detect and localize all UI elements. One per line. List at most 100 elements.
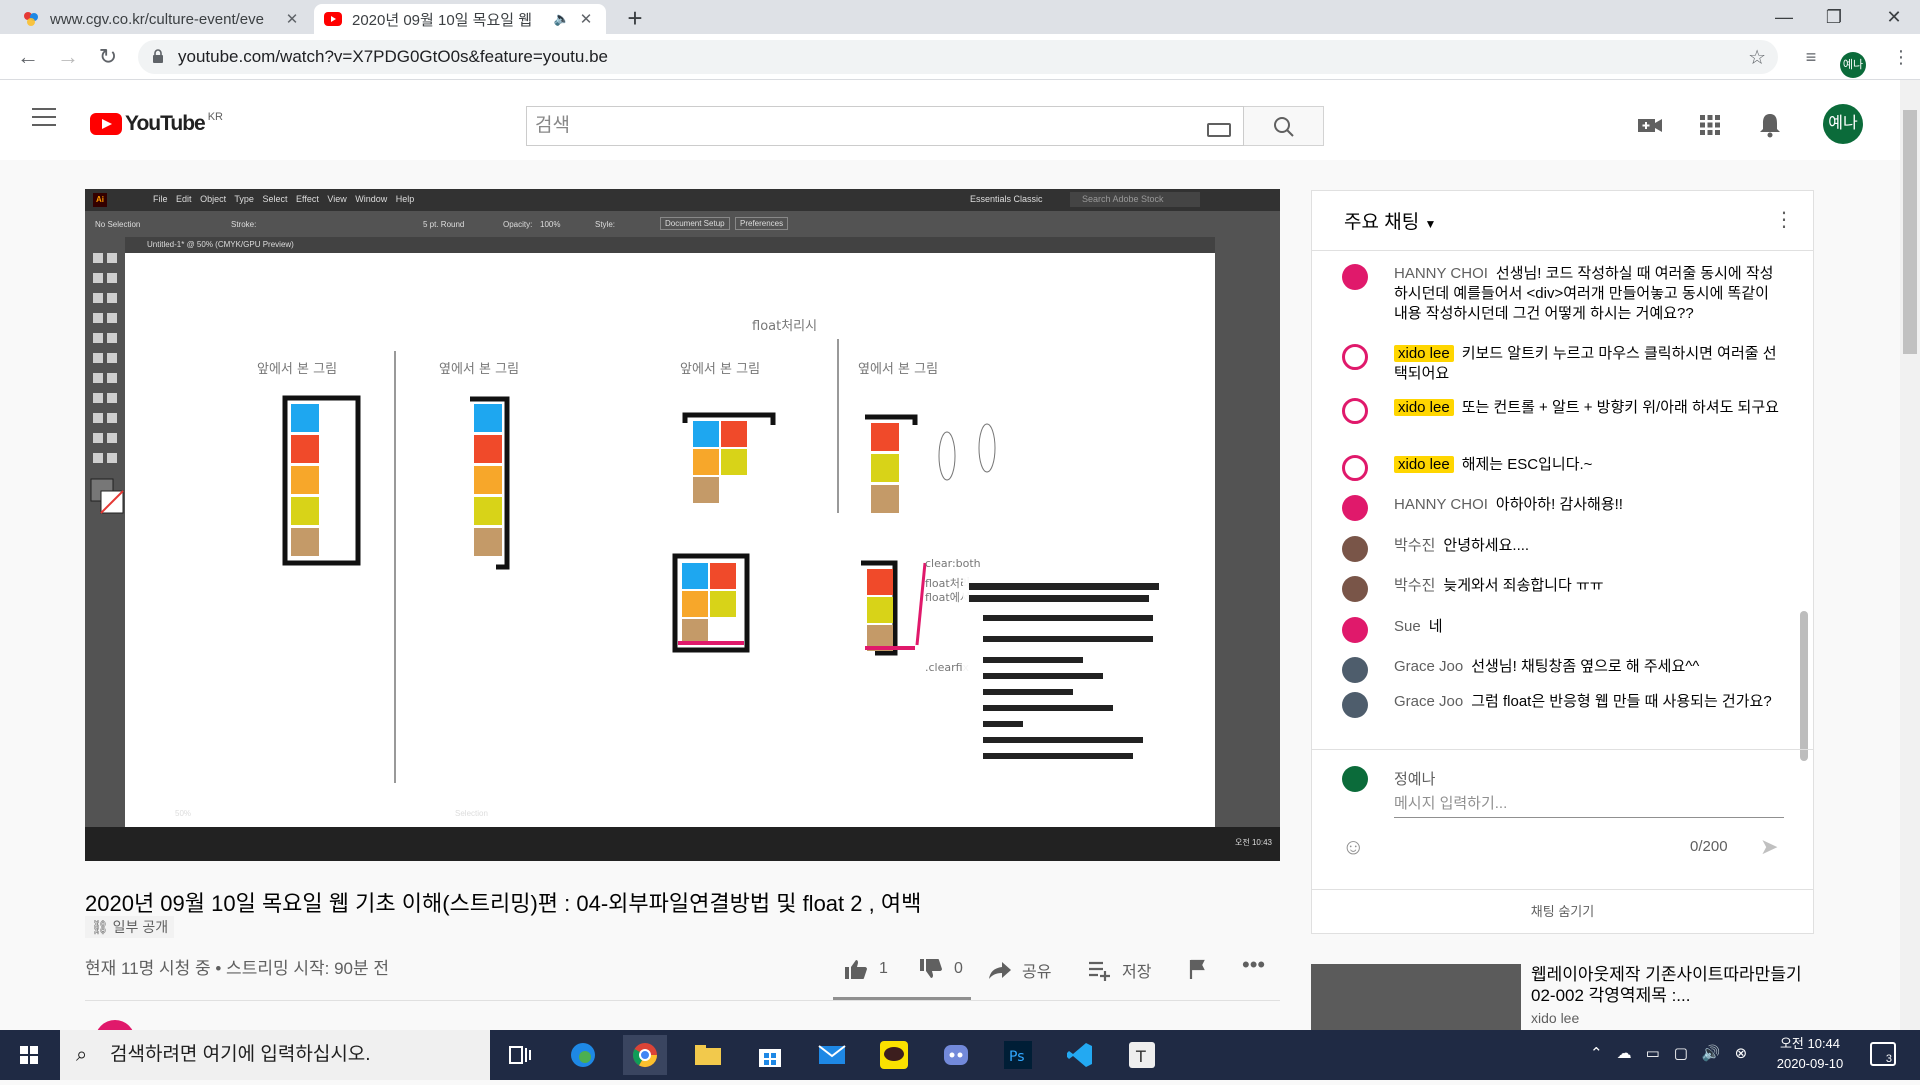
chat-message-input[interactable]: 메시지 입력하기... (1394, 792, 1784, 818)
photoshop-icon[interactable]: Ps (996, 1035, 1040, 1075)
clear-both-label: clear:both (925, 557, 981, 570)
playlist-icon[interactable]: ≡ (1796, 42, 1826, 72)
chat-avatar (1342, 692, 1368, 718)
close-window-button[interactable]: ✕ (1864, 0, 1920, 34)
audio-playing-icon[interactable]: 🔈 (554, 11, 570, 27)
chat-avatar (1342, 264, 1368, 290)
chat-header: 주요 채팅 ▼ ⋮ (1312, 191, 1813, 251)
more-actions-icon[interactable]: ••• (1242, 952, 1265, 978)
store-icon[interactable] (748, 1035, 792, 1075)
browser-tab-youtube[interactable]: 2020년 09월 10일 목요일 웹 🔈 ✕ (314, 4, 606, 34)
view-stats: 현재 11명 시청 중 • 스트리밍 시작: 90분 전 (85, 959, 389, 978)
chrome-icon[interactable] (623, 1035, 667, 1075)
illustrator-menubar: Ai File Edit Object Type Select Effect V… (85, 189, 1280, 211)
windows-start-icon[interactable] (0, 1030, 58, 1080)
chat-avatar (1342, 495, 1368, 521)
share-button[interactable]: 공유 (988, 958, 1051, 982)
address-toolbar: ← → ↻ youtube.com/watch?v=X7PDG0GtO0s&fe… (0, 34, 1920, 80)
chat-message: xido lee 키보드 알트키 누르고 마우스 클릭하시면 여러줄 선택되어요 (1342, 344, 1782, 384)
emoji-icon[interactable]: ☺ (1342, 834, 1364, 860)
file-explorer-icon[interactable] (686, 1035, 730, 1075)
chat-message: Sue 네 (1342, 617, 1782, 643)
chat-scrollbar[interactable] (1800, 611, 1808, 761)
new-tab-button[interactable]: + (620, 4, 650, 34)
report-flag-icon[interactable] (1188, 958, 1208, 980)
typora-icon[interactable]: T (1120, 1035, 1164, 1075)
chat-avatar (1342, 657, 1368, 683)
chat-avatar (1342, 344, 1368, 370)
search-button[interactable] (1244, 106, 1324, 146)
thumbs-down-icon (920, 959, 942, 978)
char-counter: 0/200 (1690, 838, 1728, 855)
search-icon: ⌕ (76, 1044, 88, 1066)
lock-icon (153, 49, 163, 63)
related-video[interactable]: 웹레이아웃제작 기존사이트따라만들기 02-002 각영역제목 :... xid… (1311, 964, 1814, 1030)
stock-search: Search Adobe Stock (1070, 192, 1200, 207)
taskbar-search-input[interactable]: ⌕ 검색하려면 여기에 입력하십시오. (60, 1030, 490, 1080)
illustrator-tools-panel (85, 237, 125, 827)
thumbs-up-icon (845, 960, 867, 979)
search-input[interactable]: 검색 (526, 106, 1244, 146)
chat-avatar (1342, 455, 1368, 481)
send-icon[interactable]: ➤ (1760, 834, 1778, 860)
mail-icon[interactable] (810, 1035, 854, 1075)
page-scrollbar[interactable] (1900, 80, 1920, 1030)
browser-profile-avatar[interactable]: 예나 (1840, 52, 1866, 78)
chat-message: Grace Joo 선생님! 채팅창좀 옆으로 해 주세요^^ (1342, 657, 1782, 683)
illustrator-menu: File Edit Object Type Select Effect View… (153, 194, 415, 204)
vscode-icon[interactable] (1058, 1035, 1102, 1075)
chat-username: 정예나 (1394, 771, 1436, 788)
dropdown-caret-icon: ▼ (1424, 217, 1437, 231)
chat-message: 박수진 늦게와서 죄송합니다 ㅠㅠ (1342, 576, 1782, 602)
visibility-badge: ⛓ 일부 공개 (85, 916, 175, 938)
back-arrow-icon[interactable]: ← (12, 42, 44, 72)
reload-icon[interactable]: ↻ (92, 42, 124, 72)
divider (85, 1000, 1280, 1001)
screen-taskbar: 50% Selection 오전 10:43 (85, 809, 1280, 861)
apps-grid-icon[interactable] (1695, 110, 1725, 140)
notification-bell-icon[interactable] (1755, 110, 1785, 140)
forward-arrow-icon[interactable]: → (52, 42, 84, 72)
user-avatar[interactable]: 예나 (1823, 104, 1863, 144)
create-video-icon[interactable] (1635, 110, 1665, 140)
chat-mode-dropdown[interactable]: 주요 채팅 ▼ (1344, 207, 1436, 234)
task-view-icon[interactable] (498, 1035, 542, 1075)
youtube-header: YouTube KR 검색 예나 (0, 80, 1900, 160)
maximize-button[interactable]: ❐ (1804, 0, 1864, 34)
chat-message: xido lee 해제는 ESC입니다.~ (1342, 455, 1782, 481)
menu-hamburger-icon[interactable] (32, 108, 56, 126)
chat-menu-icon[interactable]: ⋮ (1774, 207, 1794, 232)
svg-text:Ps: Ps (1009, 1049, 1025, 1065)
browser-tab-cgv[interactable]: www.cgv.co.kr/culture-event/eve ✕ (12, 4, 312, 34)
windows-taskbar: ⌕ 검색하려면 여기에 입력하십시오. Ps T ⌃☁▭▢🔊⊗ 오전 10:44… (0, 1030, 1920, 1080)
close-tab-icon[interactable]: ✕ (576, 10, 596, 28)
like-button[interactable]: 1 (843, 958, 888, 980)
keyboard-icon[interactable] (1207, 123, 1231, 137)
save-button[interactable]: 저장 (1088, 958, 1151, 982)
float-title: float처리시 (752, 319, 817, 334)
video-player[interactable]: Ai File Edit Object Type Select Effect V… (85, 189, 1280, 861)
chat-message-list[interactable]: HANNY CHOI 선생님! 코드 작성하실 때 여러줄 동시에 작성하시던데 … (1312, 251, 1813, 761)
close-tab-icon[interactable]: ✕ (282, 10, 302, 28)
bookmark-star-icon[interactable]: ☆ (1748, 45, 1766, 70)
related-title[interactable]: 웹레이아웃제작 기존사이트따라만들기 02-002 각영역제목 :... (1531, 964, 1811, 1006)
label-front: 앞에서 본 그림 (257, 362, 337, 377)
url-field[interactable]: youtube.com/watch?v=X7PDG0GtO0s&feature=… (138, 40, 1778, 74)
youtube-logo[interactable]: YouTube KR (90, 111, 223, 136)
browser-menu-icon[interactable]: ⋮ (1886, 42, 1916, 72)
related-channel[interactable]: xido lee (1531, 1010, 1579, 1026)
discord-icon[interactable] (934, 1035, 978, 1075)
edge-icon[interactable] (561, 1035, 605, 1075)
clearfix-label: .clearfix (925, 661, 970, 674)
url-text: youtube.com/watch?v=X7PDG0GtO0s&feature=… (178, 47, 608, 66)
hide-chat-button[interactable]: 채팅 숨기기 (1312, 889, 1813, 933)
region-label: KR (207, 111, 223, 123)
dislike-button[interactable]: 0 (918, 958, 963, 980)
system-tray-icons[interactable]: ⌃☁▭▢🔊⊗ (1590, 1044, 1761, 1062)
notification-center-icon[interactable]: 3 (1870, 1042, 1896, 1066)
youtube-play-icon (90, 113, 122, 135)
kakaotalk-icon[interactable] (872, 1035, 916, 1075)
taskbar-clock[interactable]: 오전 10:44 2020-09-10 (1765, 1034, 1855, 1074)
my-avatar (1342, 766, 1368, 792)
related-thumbnail[interactable] (1311, 964, 1521, 1030)
